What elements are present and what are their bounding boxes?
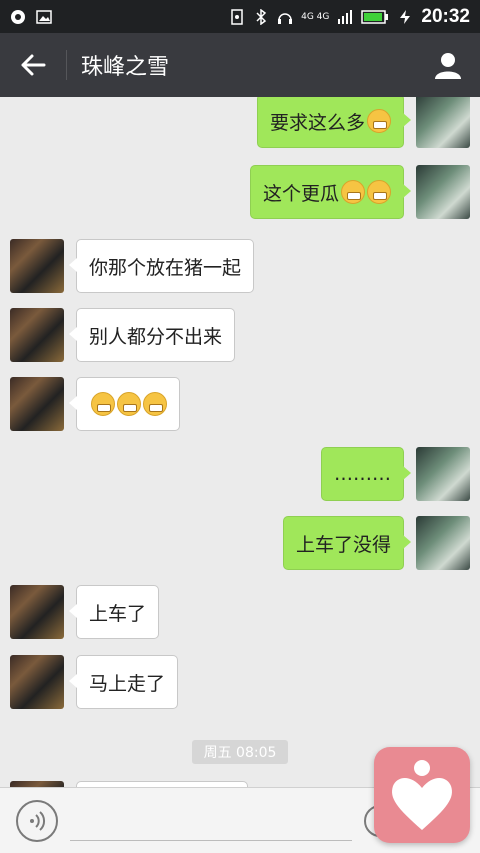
my-avatar[interactable] bbox=[416, 516, 470, 570]
chat-header: 珠峰之雪 bbox=[0, 33, 480, 97]
image-icon bbox=[36, 9, 52, 24]
arrow-left-icon bbox=[21, 54, 46, 76]
status-bar: 4G 4G 20:32 bbox=[0, 0, 480, 33]
chat-title: 珠峰之雪 bbox=[81, 55, 170, 80]
battery-icon bbox=[361, 9, 389, 24]
message-text: 上车了没得 bbox=[295, 533, 391, 556]
bluetooth-icon bbox=[256, 8, 267, 25]
message-bubble-out[interactable]: 这个更瓜 bbox=[249, 165, 412, 219]
status-left bbox=[10, 9, 52, 25]
message-timestamp: 周五 08:05 bbox=[192, 740, 288, 764]
message-bubble-in[interactable]: 你那个放在猪一起 bbox=[68, 239, 255, 293]
sim-icon bbox=[231, 8, 243, 25]
voice-icon bbox=[30, 810, 46, 831]
person-icon bbox=[435, 53, 461, 79]
contact-avatar[interactable] bbox=[10, 655, 64, 709]
message-list[interactable]: 要求这么多 这个更瓜 你那个放在猪一起 别人都分不出来 ……… 上车了没得 上车… bbox=[0, 97, 480, 787]
message-text: 马上走了 bbox=[89, 672, 166, 695]
message-bubble-in[interactable]: 上车了 bbox=[68, 585, 160, 639]
status-time: 20:32 bbox=[421, 5, 470, 27]
network-label: 4G 4G bbox=[301, 11, 330, 22]
message-text: 上车了 bbox=[89, 602, 147, 625]
my-avatar[interactable] bbox=[416, 97, 470, 148]
grin-emoji-icon bbox=[117, 392, 141, 416]
grin-emoji-icon bbox=[143, 392, 167, 416]
tears-of-joy-emoji-icon bbox=[341, 180, 365, 204]
signal-icon bbox=[338, 9, 353, 24]
message-bubble-out[interactable]: 上车了没得 bbox=[282, 516, 412, 570]
headphones-icon bbox=[278, 12, 293, 24]
my-avatar[interactable] bbox=[416, 447, 470, 501]
my-avatar[interactable] bbox=[416, 165, 470, 219]
message-bubble-in[interactable]: 别人都分不出来 bbox=[68, 308, 236, 362]
message-bubble-out[interactable]: ……… bbox=[321, 447, 411, 501]
message-text: 你那个放在猪一起 bbox=[89, 256, 242, 279]
message-text: 要求这么多 bbox=[269, 111, 365, 134]
profile-button[interactable] bbox=[416, 33, 480, 97]
message-input[interactable] bbox=[70, 801, 352, 841]
contact-avatar[interactable] bbox=[10, 308, 64, 362]
contact-avatar[interactable] bbox=[10, 377, 64, 431]
message-text: 别人都分不出来 bbox=[89, 325, 223, 348]
confused-emoji-icon bbox=[367, 109, 391, 133]
message-bubble-in[interactable]: 马上走了 bbox=[68, 655, 179, 709]
message-bubble-out[interactable]: 要求这么多 bbox=[256, 97, 412, 148]
contact-avatar[interactable] bbox=[10, 585, 64, 639]
contact-avatar[interactable] bbox=[10, 239, 64, 293]
message-text: 这个更瓜 bbox=[262, 182, 339, 205]
grin-emoji-icon bbox=[91, 392, 115, 416]
message-text: ……… bbox=[334, 463, 391, 485]
floating-assistant-button[interactable] bbox=[374, 747, 470, 843]
voice-button[interactable] bbox=[16, 799, 58, 842]
heart-person-icon bbox=[392, 760, 452, 830]
charging-icon bbox=[400, 9, 411, 24]
header-divider bbox=[66, 50, 67, 80]
notification-icon bbox=[11, 9, 25, 24]
message-bubble-in[interactable] bbox=[69, 377, 180, 431]
tears-of-joy-emoji-icon bbox=[367, 180, 391, 204]
status-right: 4G 4G 20:32 bbox=[229, 6, 470, 28]
back-button[interactable] bbox=[0, 33, 66, 97]
